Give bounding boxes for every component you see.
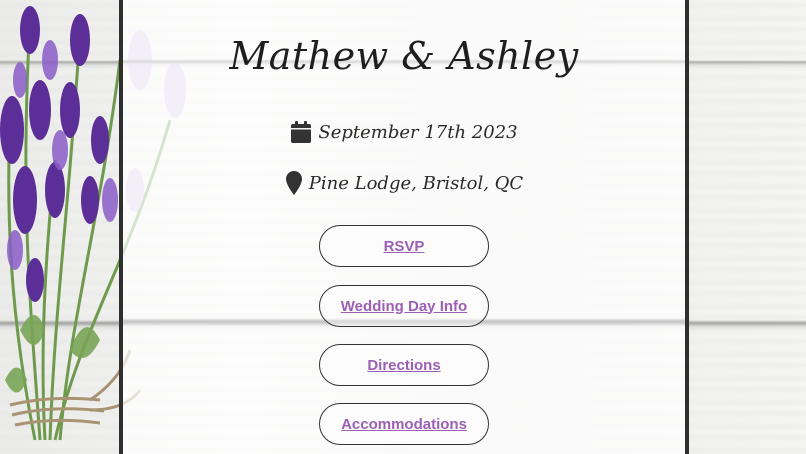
wedding-day-info-button[interactable]: Wedding Day Info bbox=[319, 285, 489, 327]
map-marker-icon bbox=[285, 170, 303, 196]
center-panel: Mathew & Ashley September 17th 2023 Pine… bbox=[119, 0, 689, 454]
calendar-icon bbox=[290, 120, 312, 144]
event-date: September 17th 2023 bbox=[318, 121, 518, 143]
rsvp-button[interactable]: RSVP bbox=[319, 225, 489, 267]
accommodations-button[interactable]: Accommodations bbox=[319, 403, 489, 445]
event-location-line: Pine Lodge, Bristol, QC bbox=[123, 170, 685, 196]
directions-button[interactable]: Directions bbox=[319, 344, 489, 386]
event-date-line: September 17th 2023 bbox=[123, 120, 685, 144]
event-location: Pine Lodge, Bristol, QC bbox=[308, 172, 524, 194]
couple-names-title: Mathew & Ashley bbox=[229, 34, 579, 78]
